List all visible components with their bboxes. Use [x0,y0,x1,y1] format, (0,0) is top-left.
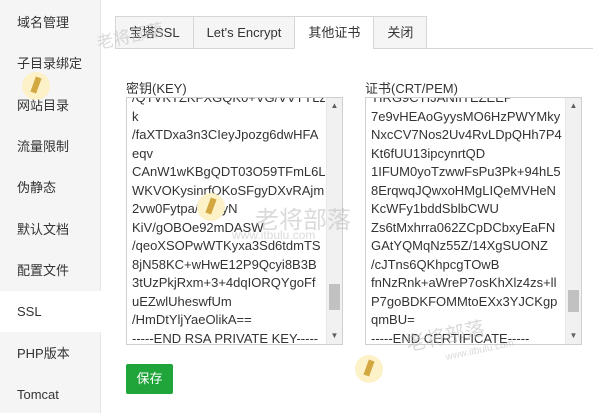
sidebar-item-tomcat[interactable]: Tomcat [0,374,101,413]
ssl-tabs: 宝塔SSL Let's Encrypt 其他证书 关闭 [115,16,428,49]
sidebar-item-subdir-binding[interactable]: 子目录绑定 [0,43,101,84]
sidebar-item-default-doc[interactable]: 默认文档 [0,209,101,250]
cert-scrollbar[interactable]: ▲ ▼ [565,98,581,344]
text-line: TIRG9CTIJANIITEZEEP [371,97,513,105]
key-text: /QTVKTZKFXGQK0+VG/VVTYLZBVQQ/V7K k/faXTDx… [132,97,325,345]
key-scrollbar[interactable]: ▲ ▼ [326,98,342,344]
sidebar-item-config-file[interactable]: 配置文件 [0,250,101,291]
watermark-logo-icon [355,355,383,383]
text-line: fnNzRnk+aWreP7osKhXlz4zs+ll [371,275,557,290]
text-line: /cJTns6QKhpcgTOwB [371,256,500,272]
scroll-up-arrow-icon[interactable]: ▲ [327,99,342,113]
text-line: Kt6fUU13ipcynrtQD [371,145,486,161]
save-button[interactable]: 保存 [126,364,173,394]
text-line: k [132,108,139,124]
text-line: KiV/gOBOe92mDASW [132,219,264,235]
scroll-thumb[interactable] [329,284,340,310]
scroll-up-arrow-icon[interactable]: ▲ [566,99,581,113]
text-line: -----END CERTIFICATE----- [371,330,530,345]
text-line: CAnW1wKBgQDT03O59TFmL6L [132,164,325,179]
text-line: 8jN58KC+wHwE12P9Qcyi8B3B [132,256,317,272]
text-line: 7e9vHEAoGyysMO6HzPWYMky [371,108,561,124]
cert-textarea[interactable]: TIRG9CTIJANIITEZEEP 7e9vHEAoGyysMO6HzPWYM… [365,97,582,345]
text-line: KcWFy1bddSblbCWU [371,201,499,216]
text-line: 2vw0Fytpa/lPr1yN [132,201,238,216]
text-line: eqv [132,145,153,161]
scroll-down-arrow-icon[interactable]: ▼ [327,329,342,343]
text-line: 8ErqwqJQwxoHMgLIQeMVHeN [371,182,556,198]
text-line: GAtYQMqNz55Z/14XgSUONZ [371,238,548,253]
tab-lets-encrypt[interactable]: Let's Encrypt [192,16,296,49]
sidebar: 域名管理 子目录绑定 网站目录 流量限制 伪静态 默认文档 配置文件 SSL P… [0,0,102,413]
scroll-thumb[interactable] [568,290,579,312]
text-line: 3tUzPkjRxm+3+4dqIORQYgoFf [132,275,316,290]
scroll-down-arrow-icon[interactable]: ▼ [566,329,581,343]
sidebar-item-rewrite[interactable]: 伪静态 [0,167,101,208]
text-line: Zs6tMxhrra062ZCpDCbxyEaFN [371,219,556,235]
sidebar-item-domain[interactable]: 域名管理 [0,2,101,43]
text-line: qmBU= [371,312,415,327]
text-line: /faXTDxa3n3CIeyJpozg6dwHFA [132,127,319,142]
text-line: /QTVKTZKFXGQK0+VG/VVTYLZBVQQ/V7K [132,97,325,105]
text-line: P7goBDKFOMMtoEXx3YJCKgp [371,293,558,309]
text-line: WKVOKysinrfOKoSFgyDXvRAjm [132,182,325,198]
text-line: /HmDtYljYaeOlikA== [132,312,252,327]
key-label: 密钥(KEY) [126,81,187,96]
cert-label: 证书(CRT/PEM) [365,81,458,96]
text-line: 1IFUM0yoTzwwFsPu3Pk+94hL5 [371,164,561,179]
cert-text: TIRG9CTIJANIITEZEEP 7e9vHEAoGyysMO6HzPWYM… [371,97,564,345]
sidebar-item-ssl[interactable]: SSL [0,291,102,332]
text-line: uEZwlUheswfUm [132,293,232,309]
sidebar-item-site-directory[interactable]: 网站目录 [0,85,101,126]
text-line: -----END RSA PRIVATE KEY----- [132,330,319,345]
text-line: /qeoXSOPwWTKyxa3Sd6tdmTS [132,238,321,253]
tab-close[interactable]: 关闭 [373,16,428,49]
tab-baota-ssl[interactable]: 宝塔SSL [115,16,194,49]
tab-other-certificate[interactable]: 其他证书 [294,16,375,49]
text-line: NxcCV7Nos2Uv4RvLDpQHh7P4 [371,127,562,142]
key-textarea[interactable]: /QTVKTZKFXGQK0+VG/VVTYLZBVQQ/V7K k/faXTDx… [126,97,343,345]
sidebar-item-traffic-limit[interactable]: 流量限制 [0,126,101,167]
sidebar-item-php-version[interactable]: PHP版本 [0,333,101,374]
